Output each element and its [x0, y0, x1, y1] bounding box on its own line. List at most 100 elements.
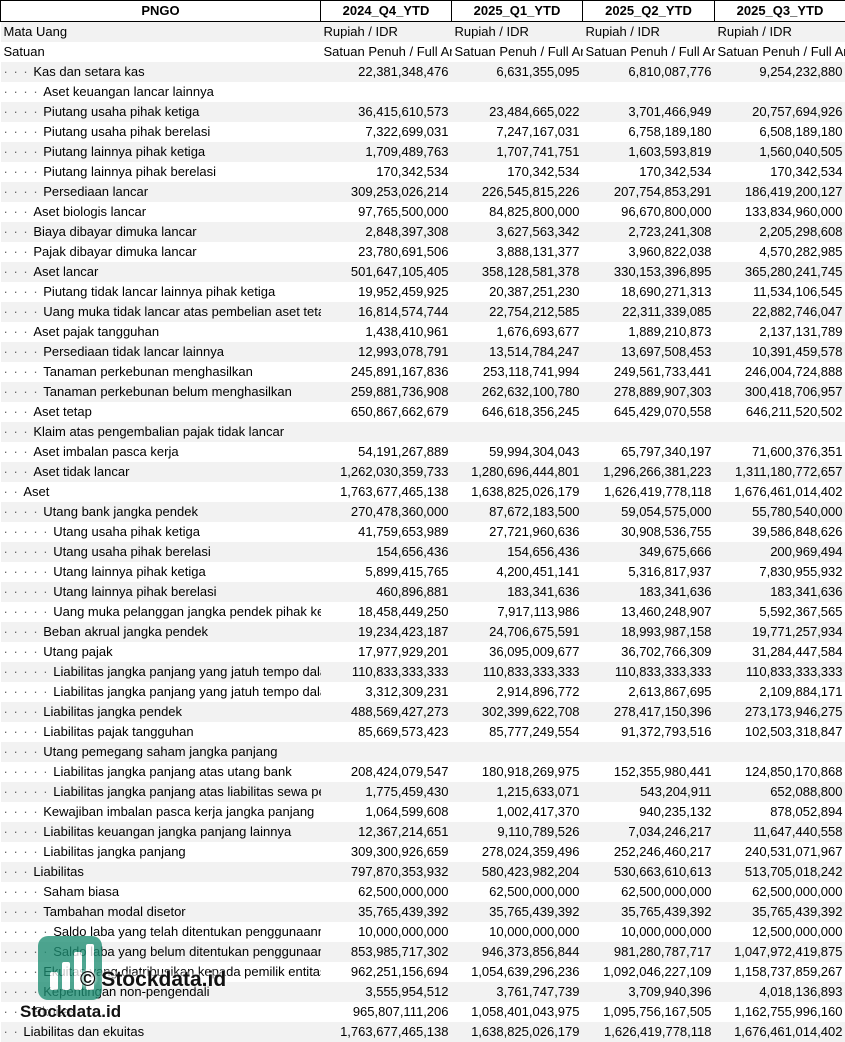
table-cell[interactable]: 246,004,724,888: [715, 362, 845, 382]
row-label[interactable]: · · · · Utang pemegang saham jangka panj…: [1, 742, 321, 762]
table-cell[interactable]: 59,994,304,043: [452, 442, 583, 462]
table-cell[interactable]: 226,545,815,226: [452, 182, 583, 202]
table-cell[interactable]: 85,777,249,554: [452, 722, 583, 742]
table-cell[interactable]: 3,960,822,038: [583, 242, 715, 262]
table-cell[interactable]: [321, 742, 452, 762]
row-label[interactable]: · · · · · Liabilitas jangka panjang atas…: [1, 762, 321, 782]
table-cell[interactable]: 1,092,046,227,109: [583, 962, 715, 982]
table-cell[interactable]: 5,316,817,937: [583, 562, 715, 582]
table-cell[interactable]: 96,670,800,000: [583, 202, 715, 222]
table-cell[interactable]: 1,676,461,014,402: [715, 1022, 845, 1042]
table-cell[interactable]: [452, 422, 583, 442]
period-header[interactable]: 2025_Q3_YTD: [715, 1, 845, 22]
table-cell[interactable]: 3,627,563,342: [452, 222, 583, 242]
table-cell[interactable]: 10,391,459,578: [715, 342, 845, 362]
table-cell[interactable]: 1,280,696,444,801: [452, 462, 583, 482]
table-cell[interactable]: 71,600,376,351: [715, 442, 845, 462]
table-cell[interactable]: 65,797,340,197: [583, 442, 715, 462]
table-cell[interactable]: 300,418,706,957: [715, 382, 845, 402]
row-label[interactable]: · · · · · Utang lainnya pihak berelasi: [1, 582, 321, 602]
table-cell[interactable]: 23,780,691,506: [321, 242, 452, 262]
row-label[interactable]: · · · · Piutang tidak lancar lainnya pih…: [1, 282, 321, 302]
table-cell[interactable]: Rupiah / IDR: [583, 22, 715, 43]
table-cell[interactable]: 240,531,071,967: [715, 842, 845, 862]
table-cell[interactable]: 245,891,167,836: [321, 362, 452, 382]
row-label[interactable]: · · · · · Saldo laba yang telah ditentuk…: [1, 922, 321, 942]
table-cell[interactable]: 1,296,266,381,223: [583, 462, 715, 482]
table-cell[interactable]: 91,372,793,516: [583, 722, 715, 742]
table-cell[interactable]: 183,341,636: [452, 582, 583, 602]
table-cell[interactable]: [321, 422, 452, 442]
table-cell[interactable]: 110,833,333,333: [583, 662, 715, 682]
table-cell[interactable]: 10,000,000,000: [583, 922, 715, 942]
table-cell[interactable]: 85,669,573,423: [321, 722, 452, 742]
table-cell[interactable]: 35,765,439,392: [321, 902, 452, 922]
table-cell[interactable]: 652,088,800: [715, 782, 845, 802]
table-cell[interactable]: 1,560,040,505: [715, 142, 845, 162]
table-cell[interactable]: [321, 82, 452, 102]
table-cell[interactable]: 965,807,111,206: [321, 1002, 452, 1022]
row-label[interactable]: · · · Aset imbalan pasca kerja: [1, 442, 321, 462]
table-cell[interactable]: 1,002,417,370: [452, 802, 583, 822]
table-cell[interactable]: 110,833,333,333: [452, 662, 583, 682]
table-cell[interactable]: 940,235,132: [583, 802, 715, 822]
row-label[interactable]: · · · · Utang pajak: [1, 642, 321, 662]
row-label[interactable]: · · · Klaim atas pengembalian pajak tida…: [1, 422, 321, 442]
table-cell[interactable]: 200,969,494: [715, 542, 845, 562]
table-cell[interactable]: 3,555,954,512: [321, 982, 452, 1002]
table-cell[interactable]: 278,417,150,396: [583, 702, 715, 722]
table-cell[interactable]: 30,908,536,755: [583, 522, 715, 542]
table-cell[interactable]: 1,158,737,859,267: [715, 962, 845, 982]
table-cell[interactable]: 543,204,911: [583, 782, 715, 802]
table-cell[interactable]: 1,058,401,043,975: [452, 1002, 583, 1022]
table-cell[interactable]: 35,765,439,392: [583, 902, 715, 922]
table-cell[interactable]: 19,771,257,934: [715, 622, 845, 642]
table-cell[interactable]: 97,765,500,000: [321, 202, 452, 222]
table-cell[interactable]: 501,647,105,405: [321, 262, 452, 282]
row-label[interactable]: · · · · Kepentingan non-pengendali: [1, 982, 321, 1002]
table-cell[interactable]: 87,672,183,500: [452, 502, 583, 522]
row-label[interactable]: · · · · Liabilitas keuangan jangka panja…: [1, 822, 321, 842]
table-cell[interactable]: 1,638,825,026,179: [452, 482, 583, 502]
row-label[interactable]: · · · Aset lancar: [1, 262, 321, 282]
table-cell[interactable]: 1,638,825,026,179: [452, 1022, 583, 1042]
table-cell[interactable]: 13,460,248,907: [583, 602, 715, 622]
table-cell[interactable]: 183,341,636: [583, 582, 715, 602]
table-cell[interactable]: 186,419,200,127: [715, 182, 845, 202]
table-cell[interactable]: 3,701,466,949: [583, 102, 715, 122]
table-cell[interactable]: 309,253,026,214: [321, 182, 452, 202]
period-header[interactable]: 2025_Q1_YTD: [452, 1, 583, 22]
table-cell[interactable]: 39,586,848,626: [715, 522, 845, 542]
table-cell[interactable]: 20,387,251,230: [452, 282, 583, 302]
table-cell[interactable]: 1,626,419,778,118: [583, 482, 715, 502]
table-cell[interactable]: 110,833,333,333: [321, 662, 452, 682]
table-cell[interactable]: 12,367,214,651: [321, 822, 452, 842]
table-cell[interactable]: 278,024,359,496: [452, 842, 583, 862]
table-cell[interactable]: 36,415,610,573: [321, 102, 452, 122]
table-cell[interactable]: 365,280,241,745: [715, 262, 845, 282]
table-cell[interactable]: 59,054,575,000: [583, 502, 715, 522]
table-cell[interactable]: 154,656,436: [452, 542, 583, 562]
table-cell[interactable]: 7,830,955,932: [715, 562, 845, 582]
table-cell[interactable]: 170,342,534: [583, 162, 715, 182]
table-cell[interactable]: 1,438,410,961: [321, 322, 452, 342]
table-cell[interactable]: 1,603,593,819: [583, 142, 715, 162]
row-label[interactable]: · · Liabilitas dan ekuitas: [1, 1022, 321, 1042]
table-cell[interactable]: 54,191,267,889: [321, 442, 452, 462]
row-label[interactable]: · · · Aset tetap: [1, 402, 321, 422]
table-cell[interactable]: 2,848,397,308: [321, 222, 452, 242]
table-cell[interactable]: 6,631,355,095: [452, 62, 583, 82]
table-cell[interactable]: 513,705,018,242: [715, 862, 845, 882]
table-cell[interactable]: 24,706,675,591: [452, 622, 583, 642]
row-label[interactable]: · · · Biaya dibayar dimuka lancar: [1, 222, 321, 242]
ticker-header[interactable]: PNGO: [1, 1, 321, 22]
row-label[interactable]: · · · · Piutang lainnya pihak berelasi: [1, 162, 321, 182]
table-cell[interactable]: 2,914,896,772: [452, 682, 583, 702]
table-cell[interactable]: 17,977,929,201: [321, 642, 452, 662]
table-cell[interactable]: 4,200,451,141: [452, 562, 583, 582]
table-cell[interactable]: 180,918,269,975: [452, 762, 583, 782]
table-cell[interactable]: 309,300,926,659: [321, 842, 452, 862]
table-cell[interactable]: 853,985,717,302: [321, 942, 452, 962]
table-cell[interactable]: 1,162,755,996,160: [715, 1002, 845, 1022]
table-cell[interactable]: 249,561,733,441: [583, 362, 715, 382]
